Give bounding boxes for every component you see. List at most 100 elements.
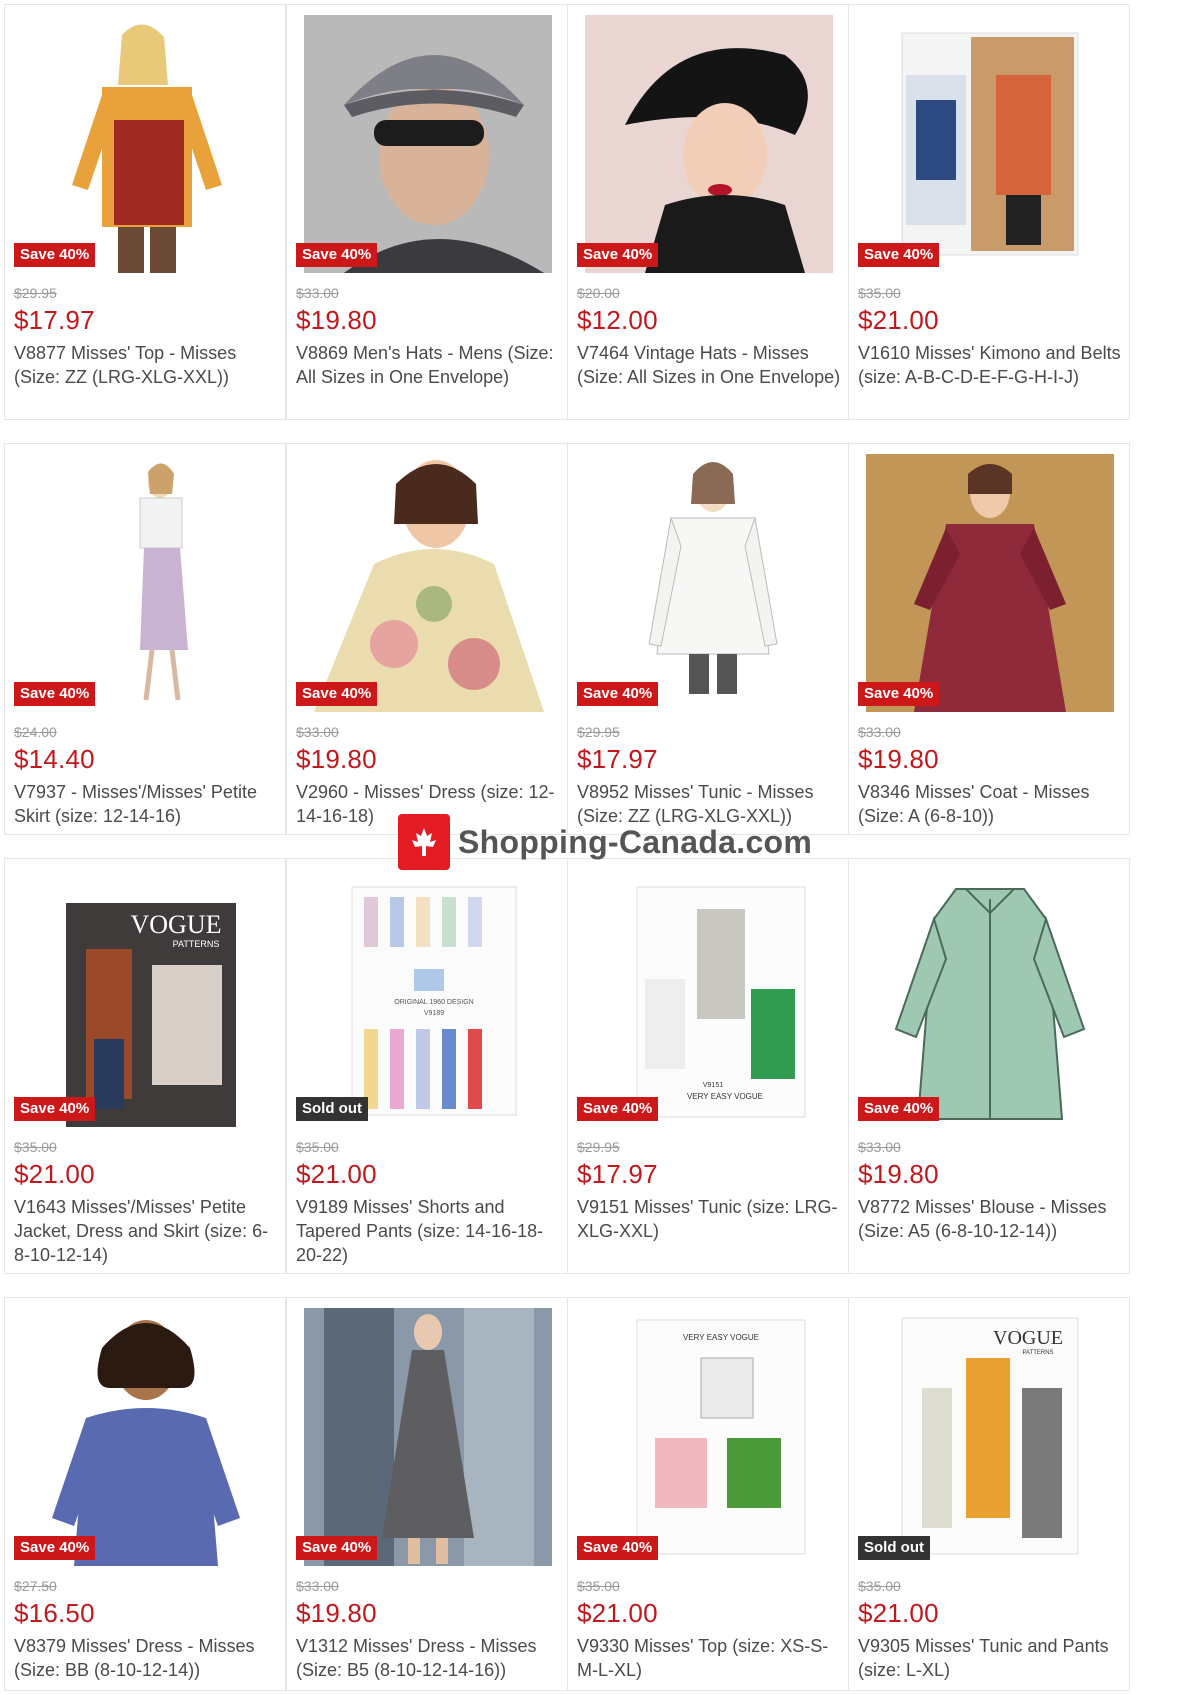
sale-price: $17.97 bbox=[577, 744, 658, 774]
product-image[interactable]: ORIGINAL 1960 DESIGN V9189 bbox=[304, 869, 552, 1127]
discount-badge: Save 40% bbox=[14, 682, 96, 706]
product-card[interactable]: Save 40% $20.00 $12.00 V7464 Vintage Hat… bbox=[567, 4, 849, 420]
product-image[interactable]: VOGUE PATTERNS bbox=[866, 1308, 1114, 1566]
discount-badge: Save 40% bbox=[858, 243, 940, 267]
original-price: $33.00 bbox=[296, 285, 339, 301]
product-title[interactable]: V9189 Misses' Shorts and Tapered Pants (… bbox=[296, 1195, 560, 1267]
discount-badge: Save 40% bbox=[858, 1097, 940, 1121]
product-card[interactable]: Save 40% $33.00 $19.80 V8772 Misses' Blo… bbox=[848, 858, 1130, 1274]
original-price: $27.50 bbox=[14, 1578, 57, 1594]
product-image[interactable] bbox=[22, 1308, 270, 1566]
pattern-illustration-tunic bbox=[585, 454, 833, 712]
product-title[interactable]: V9151 Misses' Tunic (size: LRG-XLG-XXL) bbox=[577, 1195, 841, 1243]
product-title[interactable]: V1312 Misses' Dress - Misses (Size: B5 (… bbox=[296, 1634, 560, 1682]
sale-price: $19.80 bbox=[296, 744, 377, 774]
svg-text:VERY EASY VOGUE: VERY EASY VOGUE bbox=[687, 1092, 763, 1101]
product-card[interactable]: V9151 VERY EASY VOGUE Save 40% $29.95 $1… bbox=[567, 858, 849, 1274]
product-card[interactable]: VERY EASY VOGUE Save 40% $35.00 $21.00 V… bbox=[567, 1297, 849, 1691]
original-price: $33.00 bbox=[858, 724, 901, 740]
product-image[interactable] bbox=[585, 15, 833, 273]
watermark-text: Shopping-Canada.com bbox=[458, 823, 813, 860]
svg-text:VOGUE: VOGUE bbox=[993, 1327, 1063, 1349]
product-image[interactable] bbox=[304, 1308, 552, 1566]
discount-badge: Save 40% bbox=[296, 243, 378, 267]
product-title[interactable]: V9330 Misses' Top (size: XS-S-M-L-XL) bbox=[577, 1634, 841, 1682]
product-image[interactable] bbox=[22, 15, 270, 273]
discount-badge: Save 40% bbox=[14, 243, 96, 267]
pattern-envelope-tunic-pants: VOGUE PATTERNS bbox=[866, 1308, 1114, 1566]
discount-badge: Save 40% bbox=[296, 682, 378, 706]
product-card[interactable]: Save 40% $29.95 $17.97 V8952 Misses' Tun… bbox=[567, 443, 849, 835]
photo-red-coat bbox=[866, 454, 1114, 712]
product-image[interactable]: VERY EASY VOGUE bbox=[585, 1308, 833, 1566]
shopping-bag-maple-leaf-icon bbox=[398, 814, 450, 870]
svg-text:V9189: V9189 bbox=[424, 1010, 444, 1017]
product-card[interactable]: Save 40% $33.00 $19.80 V1312 Misses' Dre… bbox=[286, 1297, 568, 1691]
sale-price: $21.00 bbox=[858, 305, 939, 335]
pattern-envelope-top: VERY EASY VOGUE bbox=[585, 1308, 833, 1566]
product-title[interactable]: V9305 Misses' Tunic and Pants (size: L-X… bbox=[858, 1634, 1122, 1682]
product-title[interactable]: V8869 Men's Hats - Mens (Size: All Sizes… bbox=[296, 341, 560, 389]
original-price: $29.95 bbox=[577, 724, 620, 740]
sale-price: $12.00 bbox=[577, 305, 658, 335]
svg-text:PATTERNS: PATTERNS bbox=[1022, 1350, 1053, 1356]
product-title[interactable]: V7937 - Misses'/Misses' Petite Skirt (si… bbox=[14, 780, 278, 828]
product-card[interactable]: Save 40% $35.00 $21.00 V1610 Misses' Kim… bbox=[848, 4, 1130, 420]
soldout-badge: Sold out bbox=[296, 1097, 368, 1121]
svg-text:V9151: V9151 bbox=[703, 1082, 723, 1089]
photo-wrap-dress bbox=[22, 1308, 270, 1566]
pattern-illustration-top bbox=[22, 15, 270, 273]
svg-text:ORIGINAL 1960 DESIGN: ORIGINAL 1960 DESIGN bbox=[394, 999, 474, 1006]
product-card[interactable]: Save 40% $27.50 $16.50 V8379 Misses' Dre… bbox=[4, 1297, 286, 1691]
product-image[interactable] bbox=[304, 15, 552, 273]
svg-text:VOGUE: VOGUE bbox=[131, 910, 222, 939]
sale-price: $21.00 bbox=[296, 1159, 377, 1189]
product-card[interactable]: ORIGINAL 1960 DESIGN V9189 Sold out $35.… bbox=[286, 858, 568, 1274]
product-card[interactable]: Save 40% $33.00 $19.80 V2960 - Misses' D… bbox=[286, 443, 568, 835]
product-card[interactable]: Save 40% $33.00 $19.80 V8346 Misses' Coa… bbox=[848, 443, 1130, 835]
pattern-illustration-blouse bbox=[866, 869, 1114, 1127]
original-price: $29.95 bbox=[14, 285, 57, 301]
pattern-envelope-kimono bbox=[866, 15, 1114, 273]
product-card[interactable]: VOGUE PATTERNS Save 40% $35.00 $21.00 V1… bbox=[4, 858, 286, 1274]
sale-price: $19.80 bbox=[296, 1598, 377, 1628]
discount-badge: Save 40% bbox=[577, 1536, 659, 1560]
photo-mens-hat bbox=[304, 15, 552, 273]
sale-price: $21.00 bbox=[577, 1598, 658, 1628]
svg-text:VERY EASY VOGUE: VERY EASY VOGUE bbox=[683, 1333, 759, 1342]
product-image[interactable] bbox=[866, 454, 1114, 712]
sale-price: $16.50 bbox=[14, 1598, 95, 1628]
product-card[interactable]: VOGUE PATTERNS Sold out $35.00 $21.00 V9… bbox=[848, 1297, 1130, 1691]
original-price: $33.00 bbox=[296, 1578, 339, 1594]
original-price: $35.00 bbox=[577, 1578, 620, 1594]
product-card[interactable]: Save 40% $29.95 $17.97 V8877 Misses' Top… bbox=[4, 4, 286, 420]
product-title[interactable]: V8346 Misses' Coat - Misses (Size: A (6-… bbox=[858, 780, 1122, 828]
pattern-envelope-vogue-jacket: VOGUE PATTERNS bbox=[22, 869, 270, 1127]
product-image[interactable] bbox=[22, 454, 270, 712]
original-price: $35.00 bbox=[858, 285, 901, 301]
product-image[interactable] bbox=[866, 869, 1114, 1127]
product-title[interactable]: V8379 Misses' Dress - Misses (Size: BB (… bbox=[14, 1634, 278, 1682]
photo-vintage-hat bbox=[585, 15, 833, 273]
product-image[interactable]: VOGUE PATTERNS bbox=[22, 869, 270, 1127]
product-title[interactable]: V8877 Misses' Top - Misses (Size: ZZ (LR… bbox=[14, 341, 278, 389]
product-image[interactable] bbox=[866, 15, 1114, 273]
original-price: $24.00 bbox=[14, 724, 57, 740]
product-image[interactable] bbox=[304, 454, 552, 712]
sale-price: $17.97 bbox=[14, 305, 95, 335]
product-image[interactable]: V9151 VERY EASY VOGUE bbox=[585, 869, 833, 1127]
product-title[interactable]: V1643 Misses'/Misses' Petite Jacket, Dre… bbox=[14, 1195, 278, 1267]
original-price: $29.95 bbox=[577, 1139, 620, 1155]
discount-badge: Save 40% bbox=[14, 1536, 96, 1560]
original-price: $33.00 bbox=[858, 1139, 901, 1155]
product-title[interactable]: V8772 Misses' Blouse - Misses (Size: A5 … bbox=[858, 1195, 1122, 1243]
product-title[interactable]: V7464 Vintage Hats - Misses (Size: All S… bbox=[577, 341, 841, 389]
discount-badge: Save 40% bbox=[577, 682, 659, 706]
sale-price: $14.40 bbox=[14, 744, 95, 774]
product-card[interactable]: Save 40% $24.00 $14.40 V7937 - Misses'/M… bbox=[4, 443, 286, 835]
product-title[interactable]: V1610 Misses' Kimono and Belts (size: A-… bbox=[858, 341, 1122, 389]
product-image[interactable] bbox=[585, 454, 833, 712]
sale-price: $21.00 bbox=[14, 1159, 95, 1189]
product-card[interactable]: Save 40% $33.00 $19.80 V8869 Men's Hats … bbox=[286, 4, 568, 420]
discount-badge: Save 40% bbox=[296, 1536, 378, 1560]
